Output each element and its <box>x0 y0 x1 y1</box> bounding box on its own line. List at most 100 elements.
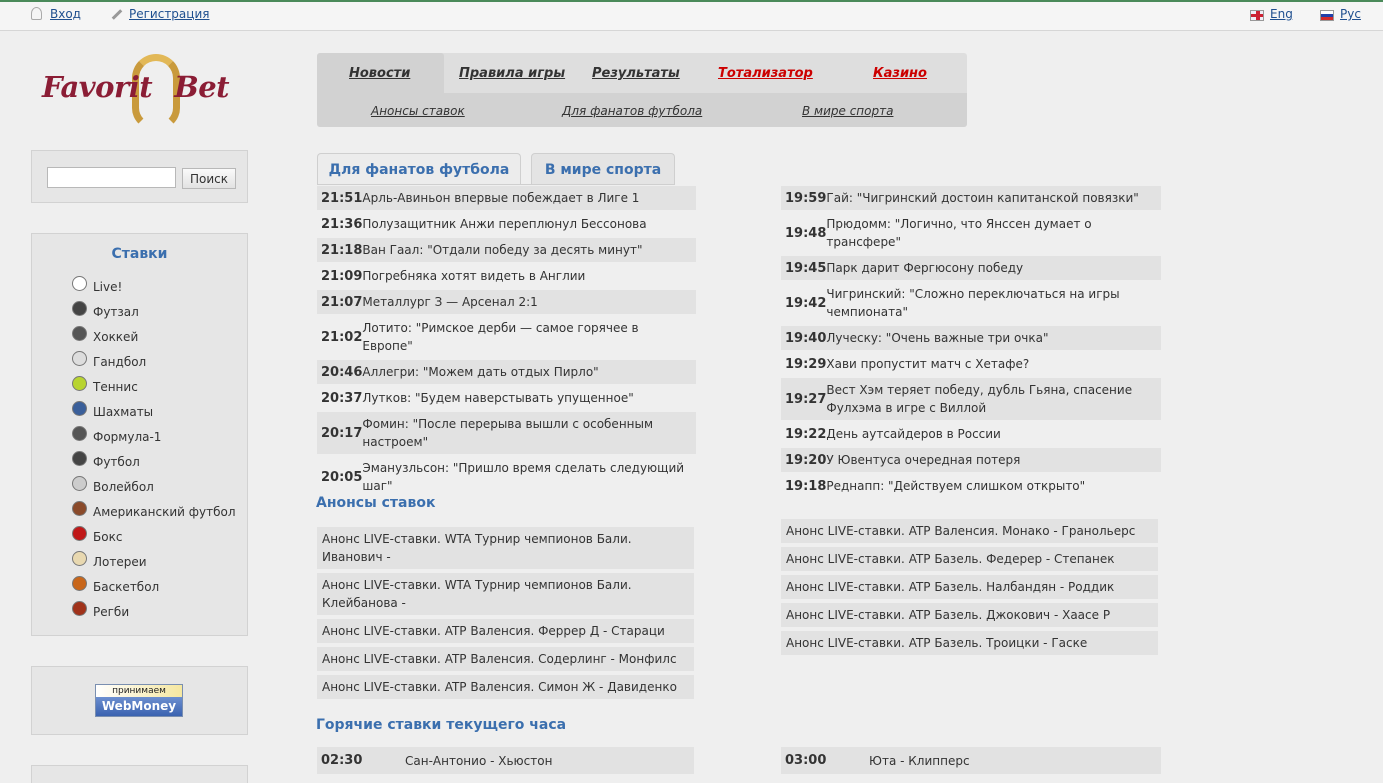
announcement-item[interactable]: Анонс LIVE-ставки. ATP Валенсия. Содерли… <box>317 647 694 671</box>
stakes-item[interactable]: Футбол <box>72 449 236 474</box>
news-item[interactable]: 19:40 Луческу: "Очень важные три очка" <box>781 326 1161 350</box>
news-title-link[interactable]: День аутсайдеров в России <box>826 425 1006 443</box>
news-item[interactable]: 19:27 Вест Хэм теряет победу, дубль Гьяна… <box>781 378 1161 420</box>
news-title-link[interactable]: Реднапп: "Действуем слишком открыто" <box>826 477 1091 495</box>
news-title-link[interactable]: Прюдомм: "Логично, что Янссен думает о т… <box>826 215 1161 251</box>
nav-news[interactable]: Новости <box>349 66 410 81</box>
stakes-item[interactable]: Американский футбол <box>72 499 236 524</box>
subnav-football-fans[interactable]: Для фанатов футбола <box>562 104 702 118</box>
news-item[interactable]: 21:36 Полузащитник Анжи переплюнул Бессон… <box>317 212 696 236</box>
search-button[interactable]: Поиск <box>182 168 236 189</box>
announcement-item[interactable]: Анонс LIVE-ставки. ATP Базель. Троицки -… <box>781 631 1158 655</box>
news-item[interactable]: 19:20 У Ювентуса очередная потеря <box>781 448 1161 472</box>
logo-text-bet: Bet <box>174 70 230 104</box>
news-item[interactable]: 19:59 Гай: "Чигринский достоин капитанско… <box>781 186 1161 210</box>
news-item[interactable]: 20:05 Эманузльсон: "Пришло время сделать … <box>317 456 696 498</box>
news-item[interactable]: 21:09 Погребняка хотят видеть в Англии <box>317 264 696 288</box>
subnav-announcements[interactable]: Анонсы ставок <box>371 104 465 118</box>
announcement-link[interactable]: Анонс LIVE-ставки. ATP Базель. Федерер -… <box>786 550 1114 568</box>
news-title-link[interactable]: Погребняка хотят видеть в Англии <box>362 267 591 285</box>
subnav-sport-world[interactable]: В мире спорта <box>802 104 893 118</box>
news-title-link[interactable]: У Ювентуса очередная потеря <box>826 451 1026 469</box>
news-title-link[interactable]: Лотито: "Римское дерби — самое горячее в… <box>362 319 696 355</box>
announcement-item[interactable]: Анонс LIVE-ставки. ATP Валенсия. Симон Ж… <box>317 675 694 699</box>
news-title-link[interactable]: Полузащитник Анжи переплюнул Бессонова <box>362 215 652 233</box>
announcement-item[interactable]: Анонс LIVE-ставки. WTA Турнир чемпионов … <box>317 573 694 615</box>
stakes-item[interactable]: Лотереи <box>72 549 236 574</box>
news-title-link[interactable]: Фомин: "После перерыва вышли с особенным… <box>362 415 696 451</box>
announcement-item[interactable]: Анонс LIVE-ставки. ATP Валенсия. Монако … <box>781 519 1158 543</box>
register-link[interactable]: Регистрация <box>129 7 209 21</box>
webmoney-badge[interactable]: принимаем WebMoney <box>95 684 183 717</box>
news-item[interactable]: 21:51 Арль-Авиньон впервые побеждает в Ли… <box>317 186 696 210</box>
nav-totalizator[interactable]: Тотализатор <box>718 66 813 81</box>
announcement-link[interactable]: Анонс LIVE-ставки. ATP Базель. Джокович … <box>786 606 1110 624</box>
login-link[interactable]: Вход <box>50 7 81 21</box>
nav-rules[interactable]: Правила игры <box>459 66 565 81</box>
stakes-item[interactable]: Хоккей <box>72 324 236 349</box>
news-item[interactable]: 20:37 Лутков: "Будем наверстывать упущенн… <box>317 386 696 410</box>
stakes-item[interactable]: Бокс <box>72 524 236 549</box>
news-title-link[interactable]: Вест Хэм теряет победу, дубль Гьяна, спа… <box>826 381 1161 417</box>
stakes-item[interactable]: Формула-1 <box>72 424 236 449</box>
news-item[interactable]: 19:42 Чигринский: "Сложно переключаться н… <box>781 282 1161 324</box>
stakes-item[interactable]: Гандбол <box>72 349 236 374</box>
hot-stake-row[interactable]: 03:00 Юта - Клипперс <box>781 747 1161 774</box>
tab-football-fans[interactable]: Для фанатов футбола <box>317 153 521 185</box>
news-item[interactable]: 20:46 Аллегри: "Можем дать отдых Пирло" <box>317 360 696 384</box>
news-item[interactable]: 19:18 Реднапп: "Действуем слишком открыто… <box>781 474 1161 498</box>
stakes-item[interactable]: Баскетбол <box>72 574 236 599</box>
announcement-link[interactable]: Анонс LIVE-ставки. ATP Базель. Налбандян… <box>786 578 1114 596</box>
tab-sport-world[interactable]: В мире спорта <box>531 153 675 185</box>
hot-stake-time: 02:30 <box>321 753 363 768</box>
announcement-item[interactable]: Анонс LIVE-ставки. ATP Валенсия. Феррер … <box>317 619 694 643</box>
news-title-link[interactable]: Лутков: "Будем наверстывать упущенное" <box>362 389 639 407</box>
news-item[interactable]: 21:07 Металлург З — Арсенал 2:1 <box>317 290 696 314</box>
search-input[interactable] <box>47 167 176 188</box>
announcement-link[interactable]: Анонс LIVE-ставки. ATP Валенсия. Монако … <box>786 522 1135 540</box>
hot-stake-row[interactable]: 02:30 Сан-Антонио - Хьюстон <box>317 747 694 774</box>
news-title-link[interactable]: Хави пропустит матч с Хетафе? <box>826 355 1035 373</box>
news-title-link[interactable]: Чигринский: "Сложно переключаться на игр… <box>826 285 1161 321</box>
stakes-item[interactable]: Live! <box>72 274 236 299</box>
announcement-link[interactable]: Анонс LIVE-ставки. ATP Базель. Троицки -… <box>786 634 1087 652</box>
news-item[interactable]: 19:22 День аутсайдеров в России <box>781 422 1161 446</box>
webmoney-badge-top: принимаем <box>96 685 182 697</box>
stakes-item[interactable]: Футзал <box>72 299 236 324</box>
announcement-link[interactable]: Анонс LIVE-ставки. ATP Валенсия. Феррер … <box>322 622 665 640</box>
news-title-link[interactable]: Эманузльсон: "Пришло время сделать следу… <box>362 459 696 495</box>
announcement-item[interactable]: Анонс LIVE-ставки. ATP Базель. Джокович … <box>781 603 1158 627</box>
news-title-link[interactable]: Металлург З — Арсенал 2:1 <box>362 293 543 311</box>
news-title-link[interactable]: Аллегри: "Можем дать отдых Пирло" <box>362 363 604 381</box>
nav-results[interactable]: Результаты <box>592 66 680 81</box>
lang-ru-link[interactable]: Рус <box>1340 7 1361 21</box>
stakes-item[interactable]: Шахматы <box>72 399 236 424</box>
announcement-link[interactable]: Анонс LIVE-ставки. ATP Валенсия. Содерли… <box>322 650 677 668</box>
news-item[interactable]: 21:18 Ван Гаал: "Отдали победу за десять … <box>317 238 696 262</box>
stakes-item[interactable]: Теннис <box>72 374 236 399</box>
site-logo[interactable]: Favorit Bet <box>40 52 240 132</box>
news-time: 19:42 <box>785 295 827 311</box>
announcement-item[interactable]: Анонс LIVE-ставки. ATP Базель. Федерер -… <box>781 547 1158 571</box>
news-item[interactable]: 20:17 Фомин: "После перерыва вышли с особ… <box>317 412 696 454</box>
announcement-link[interactable]: Анонс LIVE-ставки. WTA Турнир чемпионов … <box>322 576 694 612</box>
news-title-link[interactable]: Ван Гаал: "Отдали победу за десять минут… <box>362 241 648 259</box>
announcement-link[interactable]: Анонс LIVE-ставки. WTA Турнир чемпионов … <box>322 530 694 566</box>
news-item[interactable]: 19:48 Прюдомм: "Логично, что Янссен думае… <box>781 212 1161 254</box>
news-title-link[interactable]: Луческу: "Очень важные три очка" <box>826 329 1054 347</box>
news-title-link[interactable]: Парк дарит Фергюсону победу <box>826 259 1029 277</box>
announcement-item[interactable]: Анонс LIVE-ставки. ATP Базель. Налбандян… <box>781 575 1158 599</box>
news-time: 20:46 <box>321 364 363 380</box>
stakes-item[interactable]: Волейбол <box>72 474 236 499</box>
news-item[interactable]: 19:45 Парк дарит Фергюсону победу <box>781 256 1161 280</box>
news-title-link[interactable]: Гай: "Чигринский достоин капитанской пов… <box>826 189 1144 207</box>
news-title-link[interactable]: Арль-Авиньон впервые побеждает в Лиге 1 <box>362 189 645 207</box>
lang-en-link[interactable]: Eng <box>1270 7 1293 21</box>
announcement-link[interactable]: Анонс LIVE-ставки. ATP Валенсия. Симон Ж… <box>322 678 677 696</box>
news-item[interactable]: 19:29 Хави пропустит матч с Хетафе? <box>781 352 1161 376</box>
news-time: 19:22 <box>785 426 827 442</box>
news-item[interactable]: 21:02 Лотито: "Римское дерби — самое горя… <box>317 316 696 358</box>
nav-casino[interactable]: Казино <box>873 66 927 81</box>
announcement-item[interactable]: Анонс LIVE-ставки. WTA Турнир чемпионов … <box>317 527 694 569</box>
stakes-item[interactable]: Регби <box>72 599 236 624</box>
